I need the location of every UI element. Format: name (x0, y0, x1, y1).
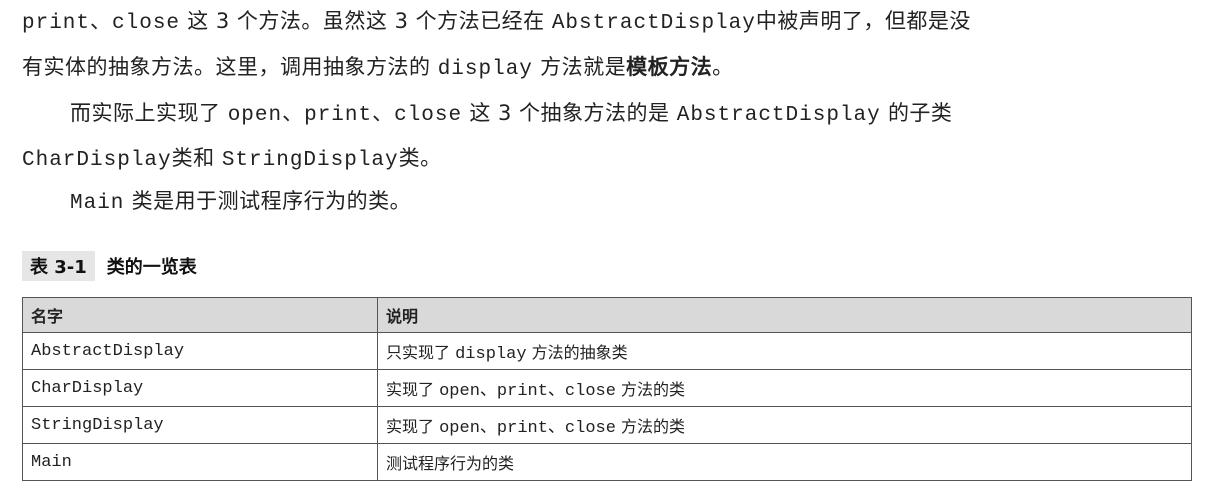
description-text: 方法的抽象类 (531, 342, 628, 362)
paragraph-line-1: print、close 这 3 个方法。虽然这 3 个方法已经在 Abstrac… (22, 6, 971, 39)
description-text: 方法的类 (621, 380, 686, 399)
paragraph-line-5: Main 类是用于测试程序行为的类。 (70, 186, 411, 219)
code-text: AbstractDisplay (551, 12, 756, 35)
description-text: 方法的类 (621, 417, 686, 436)
body-text: 而实际上实现了 (70, 101, 221, 125)
code-text: open、print、close (439, 382, 616, 401)
table-row: Main 测试程序行为的类 (22, 443, 1192, 481)
code-text: display (437, 58, 533, 81)
table-row: CharDisplay 实现了 open、print、close 方法的类 (22, 369, 1192, 407)
emphasis-text: 模板方法 (626, 55, 713, 79)
class-list-table: 名字 说明 AbstractDisplay 只实现了 display 方法的抽象… (22, 297, 1192, 481)
description-cell: 实现了 open、print、close 方法的类 (377, 369, 1192, 407)
description-text: 实现了 (386, 417, 435, 436)
body-text: 。 (712, 55, 734, 79)
body-text: 方法就是 (540, 55, 627, 79)
code-text: Main (70, 192, 125, 215)
body-text: 的子类 (887, 101, 953, 125)
body-text: 类。 (398, 146, 442, 170)
description-cell: 实现了 open、print、close 方法的类 (377, 406, 1192, 444)
body-text: 这 3 个抽象方法的是 (469, 101, 670, 125)
body-text: 类和 (171, 146, 215, 170)
code-text: print、close (22, 12, 181, 35)
table-header-row: 名字 说明 (22, 297, 1192, 333)
table-row: AbstractDisplay 只实现了 display 方法的抽象类 (22, 332, 1192, 370)
description-text: 测试程序行为的类 (386, 454, 515, 473)
code-text: CharDisplay (22, 149, 172, 172)
paragraph-line-2: 有实体的抽象方法。这里，调用抽象方法的 display 方法就是模板方法。 (22, 52, 734, 85)
paragraph-line-4: CharDisplay类和 StringDisplay类。 (22, 143, 442, 176)
column-header-name: 名字 (22, 297, 378, 333)
table-row: StringDisplay 实现了 open、print、close 方法的类 (22, 406, 1192, 444)
code-text: AbstractDisplay (676, 104, 881, 127)
class-name-cell: CharDisplay (22, 369, 378, 407)
body-text: 中被声明了，但都是没 (755, 9, 971, 33)
class-name-cell: StringDisplay (22, 406, 378, 444)
description-cell: 只实现了 display 方法的抽象类 (377, 332, 1192, 370)
class-name-cell: AbstractDisplay (22, 332, 378, 370)
description-text: 实现了 (386, 380, 435, 399)
paragraph-line-3: 而实际上实现了 open、print、close 这 3 个抽象方法的是 Abs… (70, 98, 952, 131)
table-title: 类的一览表 (106, 257, 197, 278)
code-text: StringDisplay (221, 149, 399, 172)
description-text: 只实现了 (386, 342, 451, 362)
table-caption: 表 3-1 类的一览表 (22, 251, 197, 281)
code-text: open、print、close (439, 419, 616, 438)
class-name-cell: Main (22, 443, 378, 481)
body-text: 有实体的抽象方法。这里，调用抽象方法的 (22, 55, 431, 79)
code-text: open、print、close (227, 104, 463, 127)
body-text: 类是用于测试程序行为的类。 (131, 189, 412, 213)
body-text: 这 3 个方法。虽然这 3 个方法已经在 (187, 9, 545, 33)
code-text: display (455, 344, 527, 364)
description-cell: 测试程序行为的类 (377, 443, 1192, 481)
column-header-description: 说明 (377, 297, 1192, 333)
table-number: 表 3-1 (22, 251, 95, 281)
